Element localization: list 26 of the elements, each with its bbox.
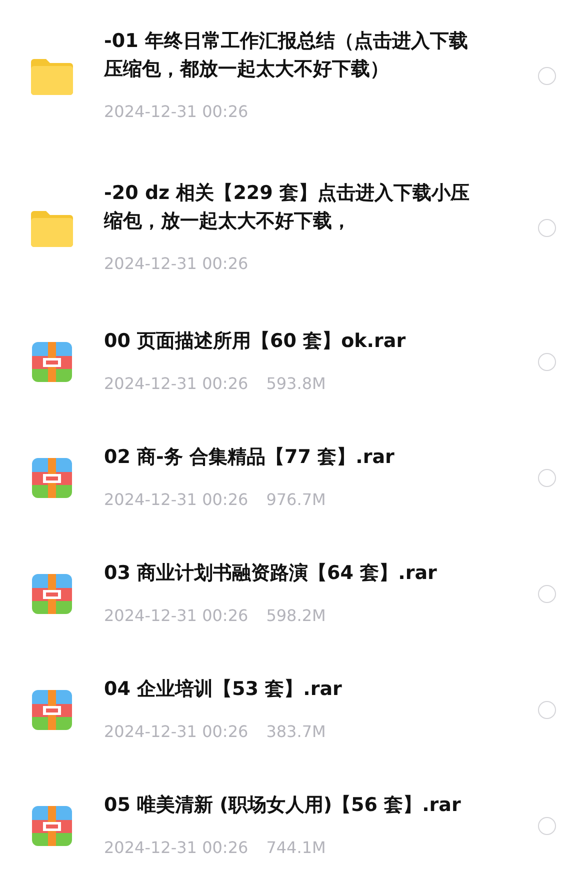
file-name: 03 商业计划书融资路演【64 套】.rar [104, 561, 438, 586]
modified-date: 2024-12-31 00:26 [104, 254, 248, 273]
select-radio[interactable] [538, 353, 556, 371]
file-name: -20 dz 相关【229 套】点击进入下载小压缩包，放一起太大不好下载， [104, 181, 470, 234]
file-name: 00 页面描述所用【60 套】ok.rar [104, 329, 407, 354]
select-radio[interactable] [538, 469, 556, 487]
modified-date: 2024-12-31 00:26 [104, 838, 248, 857]
file-name: 04 企业培训【53 套】.rar [104, 677, 343, 702]
select-radio[interactable] [538, 817, 556, 835]
select-radio[interactable] [538, 67, 556, 85]
file-size: 593.8M [266, 374, 326, 393]
file-name: 02 商-务 合集精品【77 套】.rar [104, 445, 396, 470]
select-radio[interactable] [538, 701, 556, 719]
modified-date: 2024-12-31 00:26 [104, 722, 248, 741]
modified-date: 2024-12-31 00:26 [104, 102, 248, 121]
file-name: 05 唯美清新 (职场女人用)【56 套】.rar [104, 793, 462, 818]
modified-date: 2024-12-31 00:26 [104, 490, 248, 509]
file-size: 383.7M [266, 722, 326, 741]
file-size: 598.2M [266, 606, 326, 625]
modified-date: 2024-12-31 00:26 [104, 374, 248, 393]
file-size: 976.7M [266, 490, 326, 509]
file-name: -01 年终日常工作汇报总结（点击进入下载压缩包，都放一起太大不好下载） [104, 29, 469, 82]
select-radio[interactable] [538, 219, 556, 237]
modified-date: 2024-12-31 00:26 [104, 606, 248, 625]
select-radio[interactable] [538, 585, 556, 603]
file-size: 744.1M [266, 838, 326, 857]
